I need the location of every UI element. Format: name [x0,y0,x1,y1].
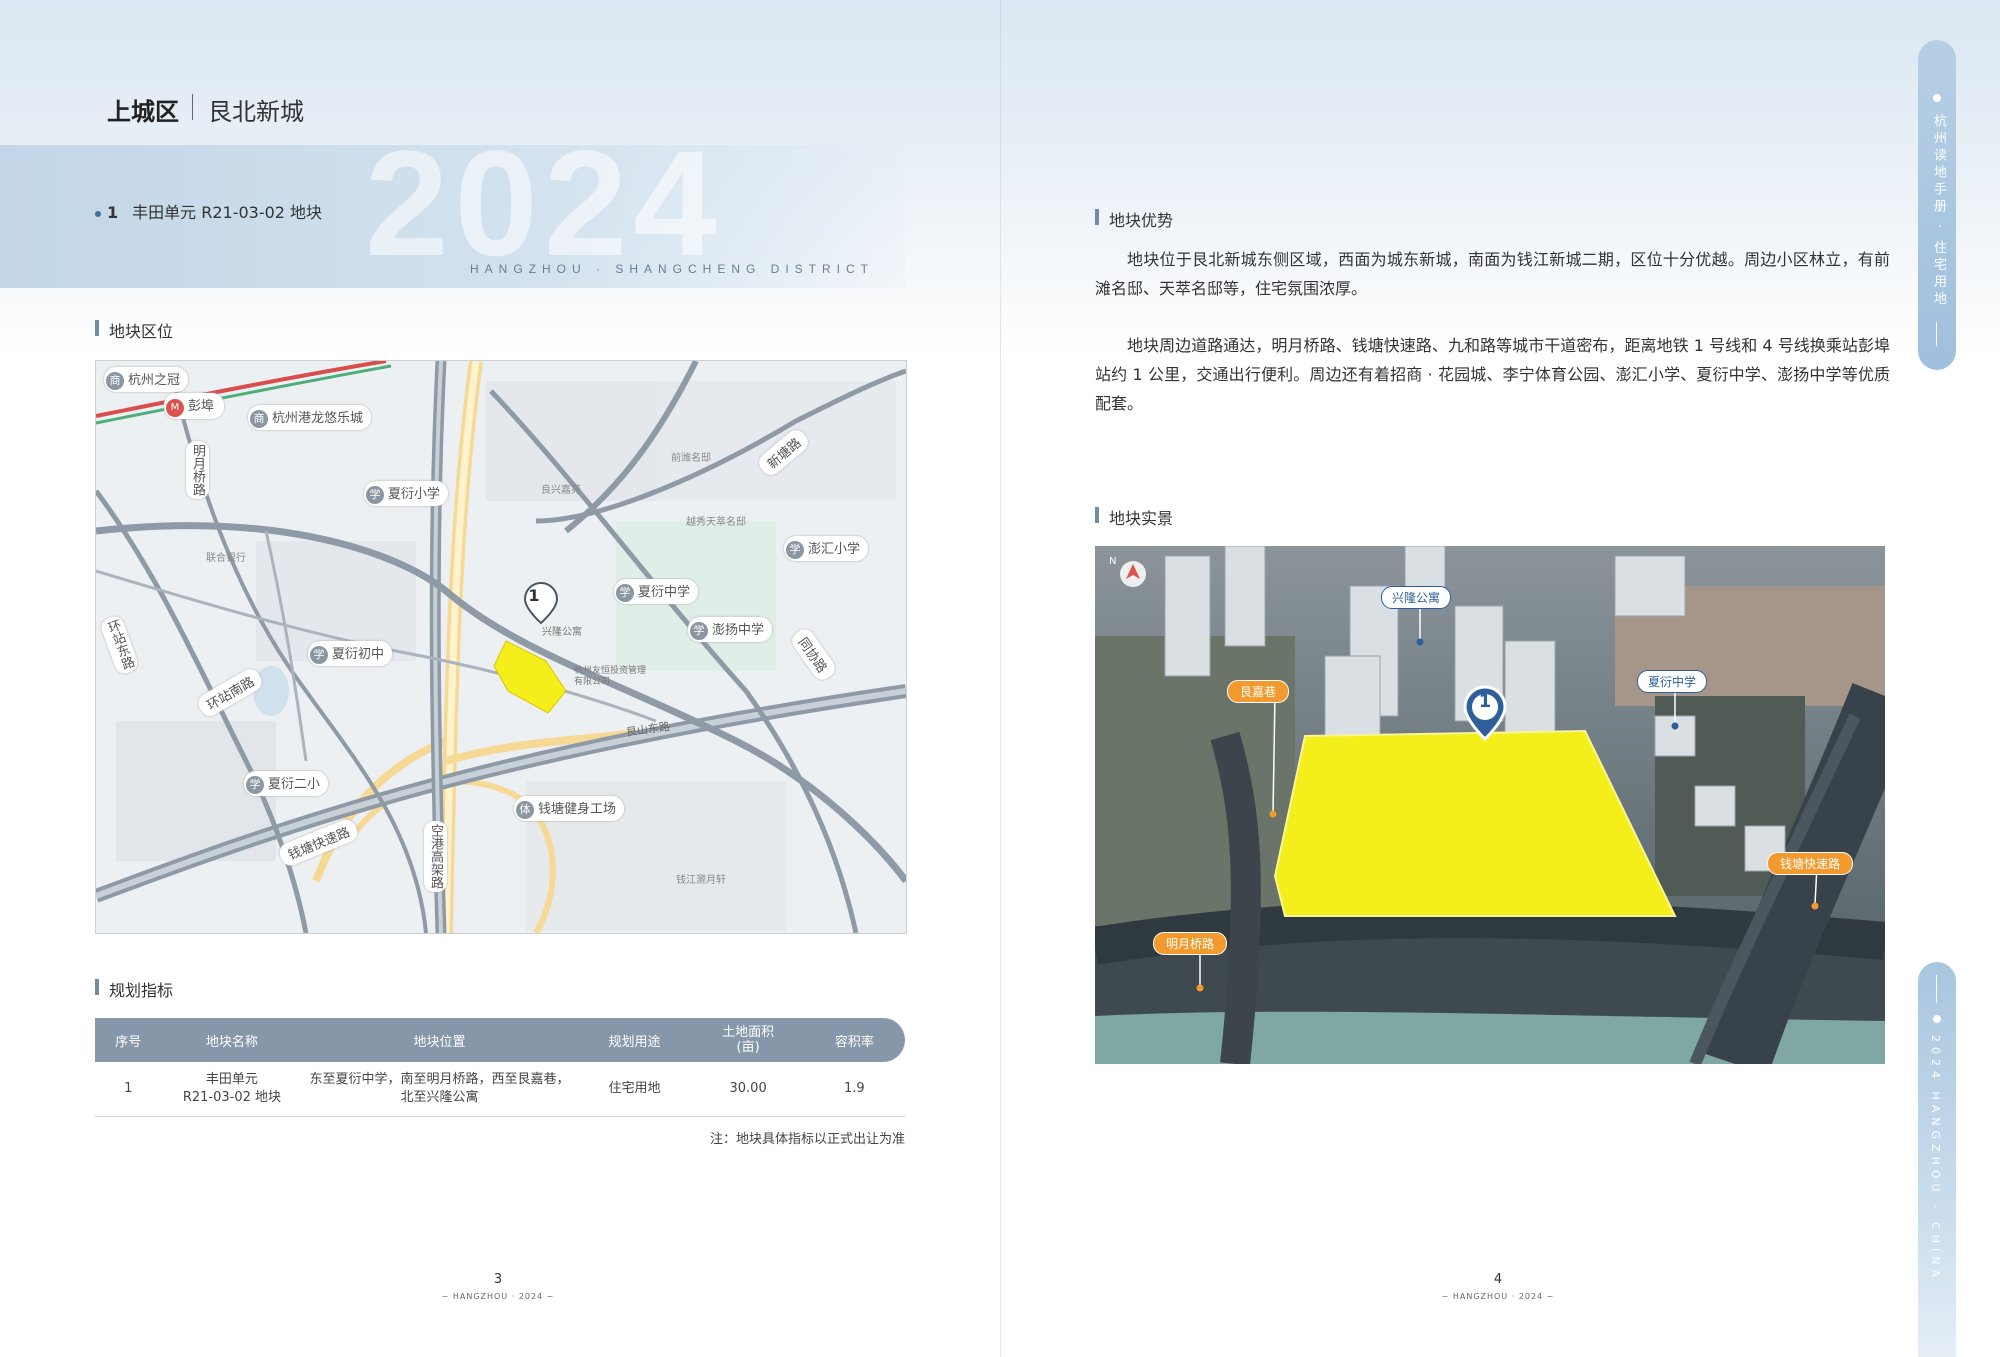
cell-name: 丰田单元 R21-03-02 地块 [161,1062,303,1117]
tag-xiayan-middle: 夏衍中学 [1637,670,1708,693]
map-poi-qiantang-gym: 体钱塘健身工场 [514,796,625,821]
side-tab-line [1936,322,1937,346]
map-road-konggang: 空港高架路 [424,821,447,892]
aerial-canvas [1095,546,1885,1064]
cell-index: 1 [95,1062,162,1117]
col-header-name: 地块名称 [161,1018,303,1062]
district-line: HANGZHOU · SHANGCHENG DISTRICT [470,262,875,276]
shop-icon: 商 [106,372,124,390]
section-planning-title: 规划指标 [95,977,173,1001]
map-label-qianjia: 前潍名邸 [671,453,711,464]
title-divider [192,94,193,120]
col-header-area: 土地面积 (亩) [692,1018,804,1062]
map-label: 夏衍二小 [268,777,321,792]
map-label-liangxing: 良兴嘉苑 [541,485,581,496]
metro-icon: M [166,399,184,417]
map-label: 澎扬中学 [712,623,765,638]
side-tab-top-text: 杭州读地手册 · 住宅用地 [1931,114,1946,309]
col-header-location: 地块位置 [302,1018,577,1062]
col-header-index: 序号 [95,1018,162,1062]
map-poi-xiayan-middle: 学夏衍中学 [614,579,699,604]
map-poi-xiayan-primary: 学夏衍小学 [364,481,449,506]
cell-far: 1.9 [803,1062,905,1117]
map-road-mingyue: 明月桥路 [186,441,209,499]
map-label-xinglong: 兴隆公寓 [542,627,582,638]
table-header-row: 序号 地块名称 地块位置 规划用途 土地面积 (亩) 容积率 [95,1018,905,1062]
tag-xinglong: 兴隆公寓 [1381,586,1452,609]
table-note: 注：地块具体指标以正式出让为准 [709,1132,905,1147]
parcel-name: 丰田单元 R21-03-02 地块 [132,203,323,222]
map-label: 钱塘健身工场 [538,802,617,817]
cell-location-line2: 北至兴隆公寓 [400,1090,479,1105]
school-icon: 学 [310,646,328,664]
cell-name-line2: R21-03-02 地块 [182,1090,282,1105]
section-location-title: 地块区位 [95,318,173,342]
school-icon: 学 [616,584,634,602]
tag-genjia: 艮嘉巷 [1227,680,1290,703]
map-poi-pengyang-middle: 学澎扬中学 [688,617,773,642]
compass-label: N [1109,556,1117,567]
map-label-bank: 联合银行 [206,553,246,564]
map-poi-pengbu: M 彭埠 [164,393,225,419]
side-tab-line [1936,975,1937,1003]
map-label-xiaoyuan: 钱江灏月轩 [676,875,726,886]
school-icon: 学 [786,541,804,559]
page-number-right: 4 [1493,1272,1503,1287]
school-icon: 学 [690,622,708,640]
map-label: 彭埠 [188,399,215,414]
map-poi-longyou-mall: 商杭州港龙悠乐城 [248,405,372,430]
bullet-icon [95,210,101,217]
side-dot-icon [1933,94,1941,102]
col-header-far: 容积率 [803,1018,905,1062]
section-advantage-title: 地块优势 [1095,207,1173,231]
map-poi-hangzhou-zhiguan: 商杭州之冠 [104,367,189,392]
parcel-index: 1 [107,203,119,222]
page-fold [1000,0,1001,1357]
map-label: 杭州之冠 [128,373,181,388]
map-label: 夏衍小学 [388,487,441,502]
school-icon: 学 [246,776,264,794]
planning-table: 序号 地块名称 地块位置 规划用途 土地面积 (亩) 容积率 1 丰田单元 R21… [95,1018,905,1117]
school-icon: 学 [366,486,384,504]
side-tab-bottom-text: 2024 HANGZHOU · CHINA [1929,1035,1942,1282]
col-header-usage: 规划用途 [576,1018,693,1062]
map-poi-xiayan-second: 学夏衍二小 [244,771,329,796]
map-pin-number: 1 [528,586,540,605]
map-poi-xiayan-junior: 学夏衍初中 [308,641,393,666]
cell-location-line1: 东至夏衍中学，南至明月桥路，西至艮嘉巷， [309,1072,570,1087]
parcel-heading: 1 丰田单元 R21-03-02 地块 [95,199,322,223]
map-label-yuexiu: 越秀天萃名邸 [686,517,746,528]
location-map: 1 商杭州之冠 M 彭埠 商杭州港龙悠乐城 明月桥路 学夏衍小学 新塘路 学澎汇小… [95,360,907,934]
advantage-paragraph-2: 地块周边道路通达，明月桥路、钱塘快速路、九和路等城市干道密布，距离地铁 1 号线… [1095,336,1890,413]
map-label: 杭州港龙悠乐城 [272,411,364,426]
page-footer-left: ~ HANGZHOU · 2024 ~ [441,1292,555,1301]
map-poi-penghui-primary: 学澎汇小学 [784,536,869,561]
page-number-left: 3 [493,1272,503,1287]
side-dot-icon [1933,1015,1941,1023]
table-row: 1 丰田单元 R21-03-02 地块 东至夏衍中学，南至明月桥路，西至艮嘉巷， 北… [95,1062,905,1117]
map-label: 夏衍初中 [332,647,385,662]
cell-name-line1: 丰田单元 [205,1072,258,1087]
page-subtitle: 艮北新城 [208,98,304,126]
advantage-paragraph-1: 地块位于艮北新城东侧区域，西面为城东新城，南面为钱江新城二期，区位十分优越。周边… [1095,250,1890,298]
sports-icon: 体 [516,801,534,819]
tag-mingyue-road: 明月桥路 [1153,932,1228,955]
aerial-photo: 1 N 兴隆公寓 艮嘉巷 夏衍中学 钱塘快速路 明月桥路 [1095,546,1885,1064]
photo-pin-number: 1 [1478,691,1492,712]
year-watermark: 2024 [365,119,723,287]
tag-qiantang-expressway: 钱塘快速路 [1767,852,1854,875]
shop-icon: 商 [250,410,268,428]
map-label-youheng: 杭州友恒投资管理有限公司 [574,666,647,687]
section-photo-title: 地块实景 [1095,505,1173,529]
cell-area: 30.00 [692,1062,804,1117]
cell-location: 东至夏衍中学，南至明月桥路，西至艮嘉巷， 北至兴隆公寓 [302,1062,577,1117]
map-label: 澎汇小学 [808,542,861,557]
cell-usage: 住宅用地 [576,1062,693,1117]
map-label: 夏衍中学 [638,585,691,600]
page-footer-right: ~ HANGZHOU · 2024 ~ [1441,1292,1555,1301]
page-title: 上城区 [107,98,179,126]
